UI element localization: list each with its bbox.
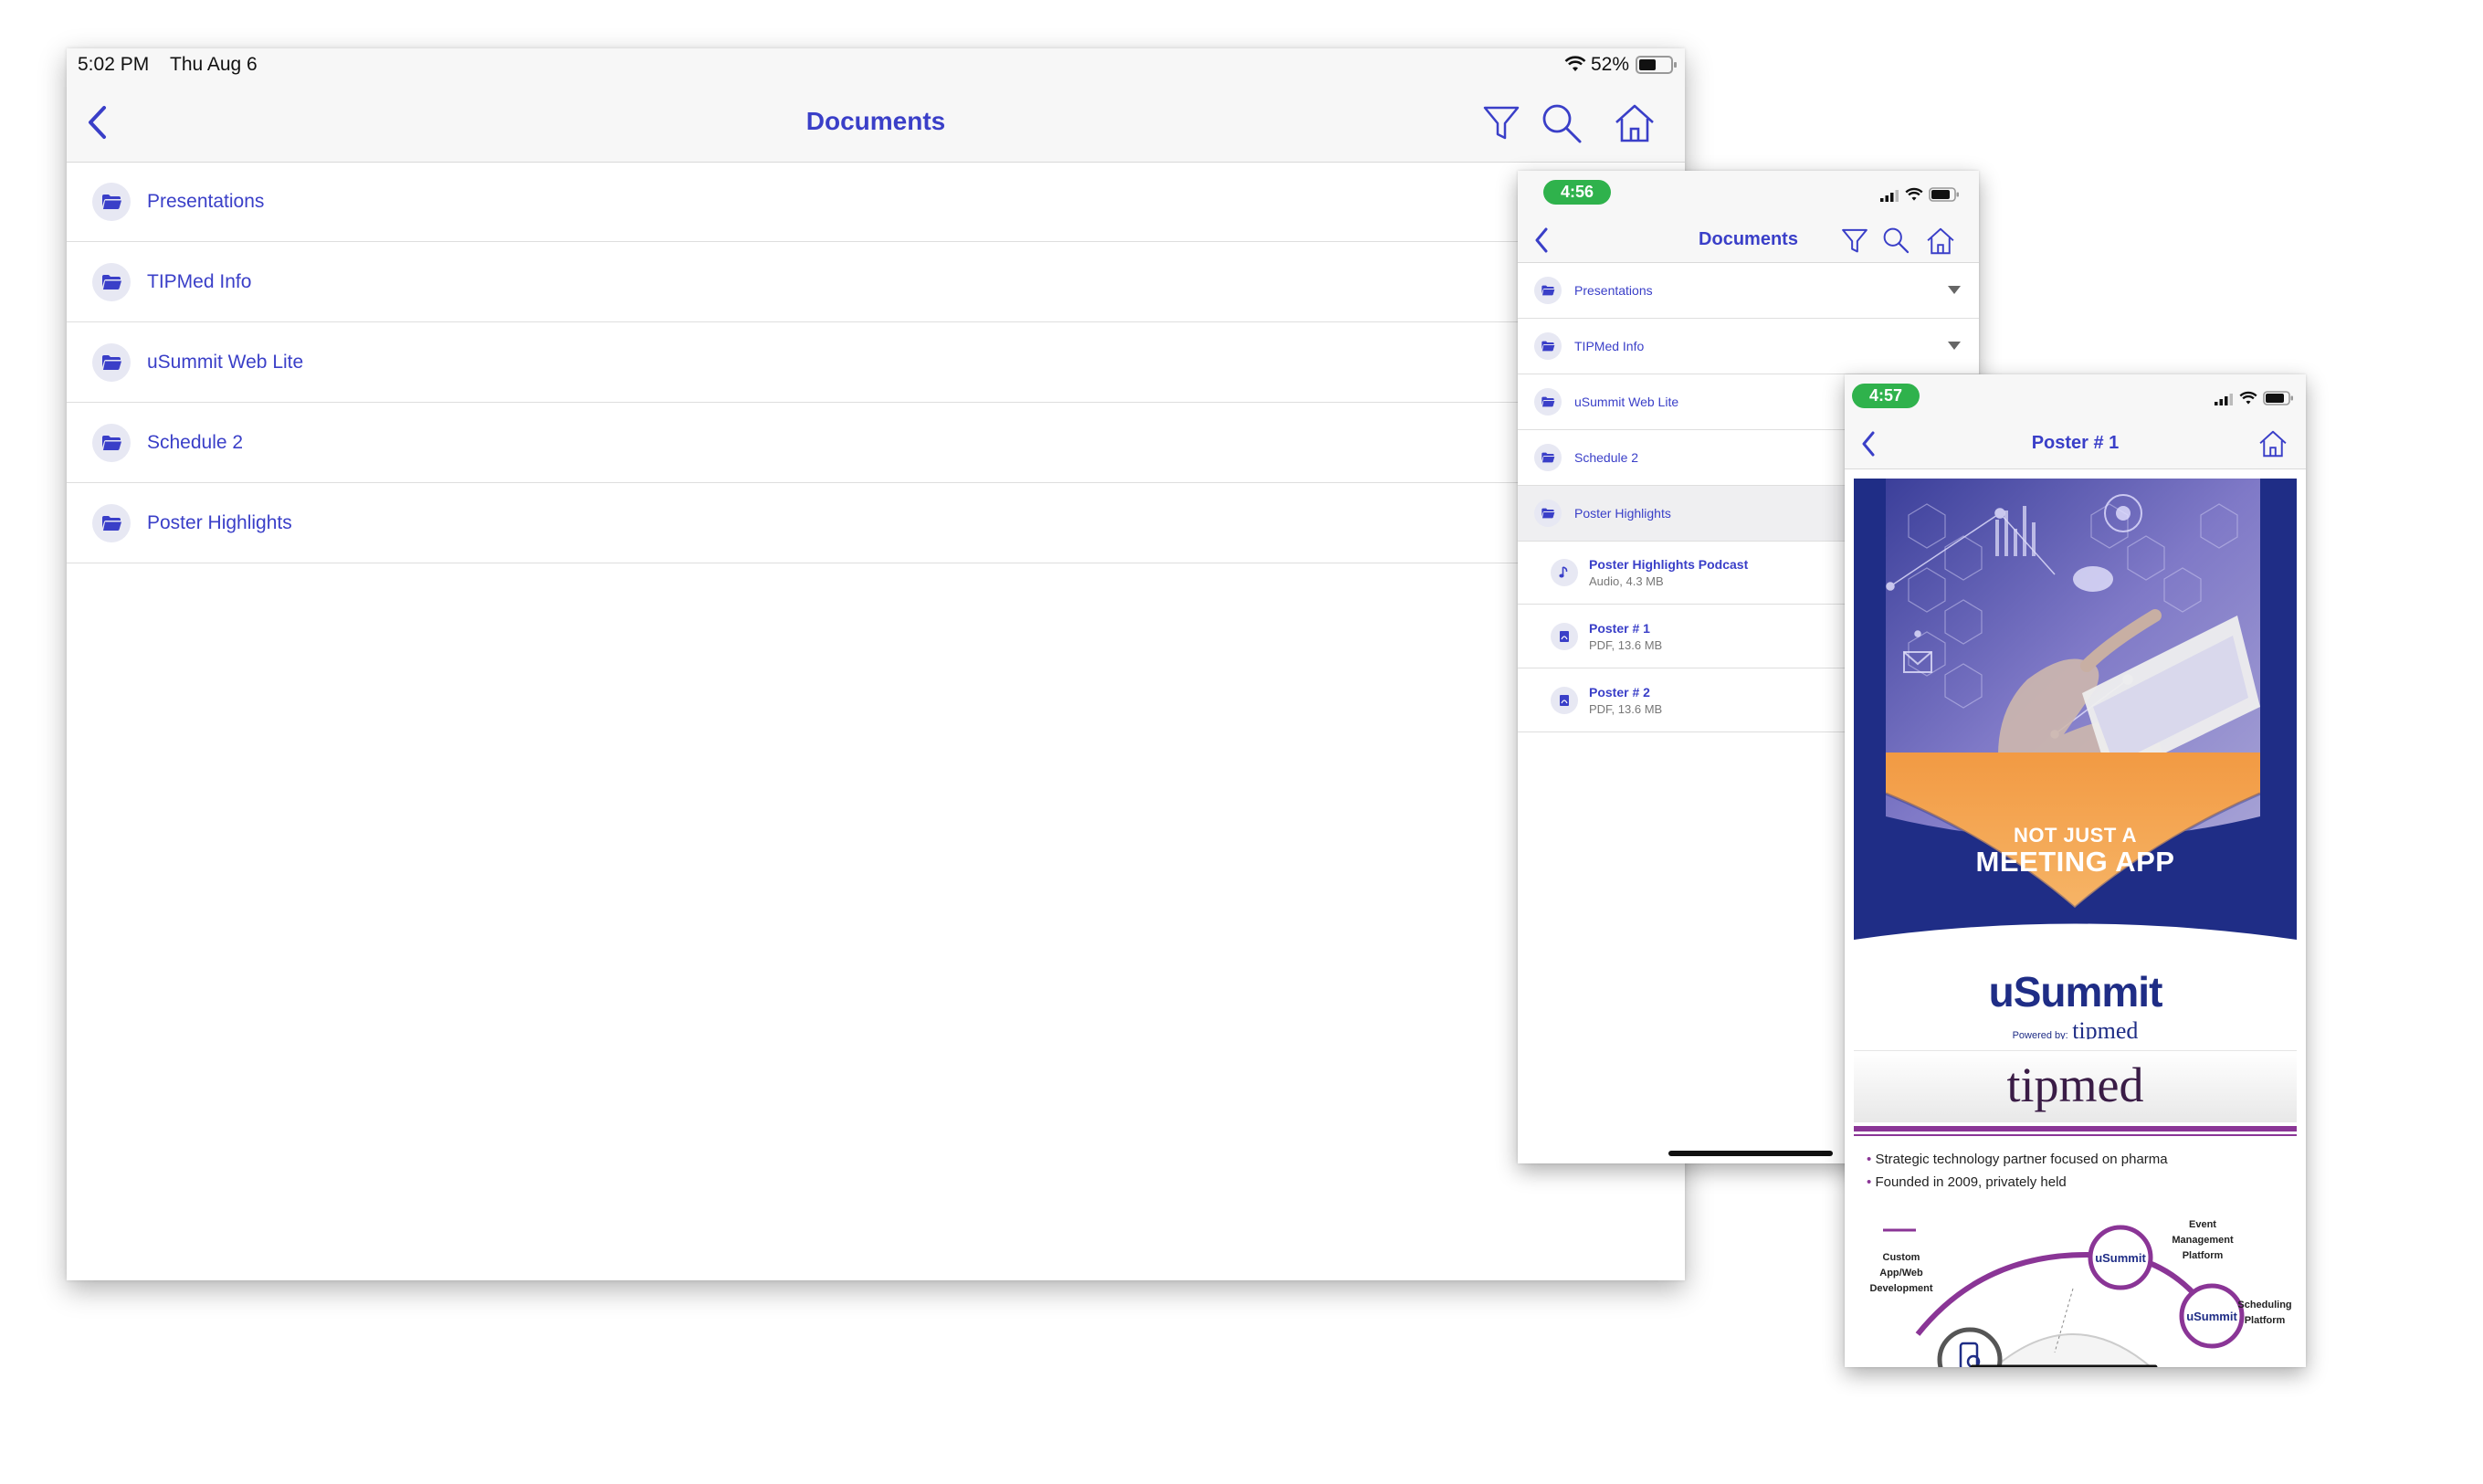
- ipad-window: 5:02 PM Thu Aug 6 52% Documents Presenta…: [67, 48, 1685, 1280]
- filter-icon[interactable]: [1482, 104, 1520, 142]
- folder-label: uSummit Web Lite: [147, 352, 304, 373]
- folder-label: TIPMed Info: [1574, 338, 1645, 353]
- status-date: Thu Aug 6: [170, 54, 258, 75]
- battery-icon: [1929, 187, 1960, 202]
- poster-artwork: [1854, 479, 2297, 1039]
- diagram-label-event: Event Management Platform: [2172, 1219, 2234, 1261]
- status-time: 5:02 PM: [78, 54, 150, 75]
- folder-icon: [92, 343, 131, 382]
- svg-text:uSummit: uSummit: [2186, 1310, 2237, 1323]
- tipmed-logo-small: tipmed: [2072, 1017, 2139, 1039]
- folder-row[interactable]: TIPMed Info: [67, 243, 1685, 322]
- folder-label: TIPMed Info: [147, 271, 252, 292]
- folder-icon: [1534, 443, 1562, 471]
- status-time-pill: 4:57: [1852, 384, 1920, 408]
- home-indicator: [1668, 1151, 1833, 1156]
- pdf-icon: [1551, 623, 1578, 650]
- powered-by-label: Powered by:: [2012, 1030, 2068, 1039]
- diagram-label-custom: Custom App/Web Development: [1869, 1252, 1933, 1294]
- poster-headline-small: NOT JUST A: [2014, 824, 2137, 847]
- wifi-icon: [1564, 56, 1586, 72]
- cellular-signal-icon: [1880, 189, 1900, 202]
- folder-icon: [92, 424, 131, 462]
- filter-icon[interactable]: [1841, 227, 1868, 255]
- search-icon[interactable]: [1541, 102, 1583, 144]
- home-icon[interactable]: [1926, 226, 1955, 256]
- battery-icon: [2263, 391, 2294, 405]
- poster-headline-large: MEETING APP: [1975, 846, 2175, 878]
- home-icon[interactable]: [2258, 429, 2288, 458]
- bullet-1: • Strategic technology partner focused o…: [1867, 1152, 2168, 1167]
- page-title: Documents: [1699, 229, 1798, 249]
- folder-label: Schedule 2: [1574, 449, 1639, 465]
- folder-label: Poster Highlights: [147, 512, 292, 533]
- file-name: Poster # 2: [1589, 685, 1650, 700]
- folder-label: Presentations: [1574, 282, 1653, 298]
- file-meta: PDF, 13.6 MB: [1589, 638, 1663, 652]
- home-icon[interactable]: [1614, 102, 1656, 144]
- page-title: Poster # 1: [2031, 433, 2120, 453]
- battery-icon: [1636, 56, 1678, 74]
- usummit-logo: uSummit: [1988, 968, 2163, 1016]
- poster-page-2[interactable]: tipmed • Strategic technology partner fo…: [1854, 1050, 2297, 1367]
- folder-row[interactable]: Presentations: [67, 163, 1685, 242]
- folder-row[interactable]: Schedule 2: [67, 404, 1685, 483]
- file-meta: Audio, 4.3 MB: [1589, 574, 1664, 588]
- back-chevron-icon[interactable]: [1534, 227, 1549, 253]
- poster-page-1[interactable]: NOT JUST A MEETING APP uSummit Powered b…: [1854, 479, 2297, 1039]
- chevron-down-icon[interactable]: [1948, 342, 1961, 350]
- ipad-navbar: 5:02 PM Thu Aug 6 52% Documents: [67, 48, 1685, 163]
- wifi-icon: [1905, 187, 1923, 202]
- battery-percent: 52%: [1591, 54, 1630, 75]
- page-title: Documents: [805, 107, 946, 135]
- phone1-navbar: 4:56 Documents: [1518, 171, 1979, 263]
- folder-row[interactable]: Presentations: [1518, 263, 1979, 319]
- file-meta: PDF, 13.6 MB: [1589, 702, 1663, 716]
- folder-icon: [1534, 499, 1562, 527]
- folder-label: Presentations: [147, 191, 265, 212]
- phone-poster-viewer-window: 4:57 Poster # 1 NOT JUST A MEETING APP u…: [1845, 374, 2306, 1367]
- file-name: Poster Highlights Podcast: [1589, 557, 1749, 572]
- folder-icon: [1534, 387, 1562, 416]
- powered-by-line: Powered by: tipmed: [1854, 1017, 2297, 1039]
- header-divider-thin: [1854, 1134, 2297, 1136]
- music-note-icon: [1551, 559, 1578, 586]
- file-name: Poster # 1: [1589, 621, 1650, 636]
- folder-row[interactable]: Poster Highlights: [67, 484, 1685, 563]
- folder-icon: [1534, 332, 1562, 360]
- back-chevron-icon[interactable]: [1861, 431, 1876, 457]
- folder-icon: [92, 504, 131, 542]
- folder-label: Schedule 2: [147, 432, 244, 453]
- diagram-label-scheduling: Scheduling Platform: [2237, 1300, 2292, 1326]
- header-divider: [1854, 1126, 2297, 1131]
- tipmed-logo: tipmed: [2006, 1058, 2144, 1112]
- folder-row[interactable]: TIPMed Info: [1518, 319, 1979, 374]
- chevron-down-icon[interactable]: [1948, 286, 1961, 294]
- folder-icon: [92, 263, 131, 301]
- cellular-signal-icon: [2215, 393, 2235, 405]
- folder-label: uSummit Web Lite: [1574, 394, 1679, 409]
- wifi-icon: [2239, 391, 2257, 405]
- folder-label: Poster Highlights: [1574, 505, 1671, 521]
- search-icon[interactable]: [1882, 226, 1910, 254]
- pdf-icon: [1551, 687, 1578, 714]
- phone2-navbar: 4:57 Poster # 1: [1845, 374, 2306, 469]
- svg-text:uSummit: uSummit: [2095, 1251, 2146, 1265]
- folder-icon: [1534, 276, 1562, 304]
- folder-row[interactable]: uSummit Web Lite: [67, 323, 1685, 403]
- folder-icon: [92, 183, 131, 221]
- status-time-pill: 4:56: [1543, 180, 1611, 205]
